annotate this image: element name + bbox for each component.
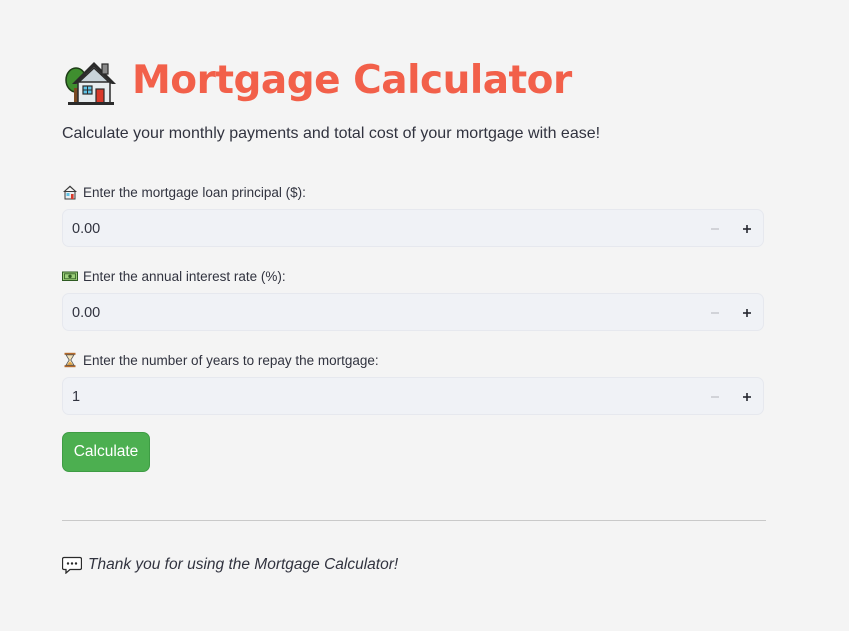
years-increment-button[interactable] (731, 378, 763, 416)
house-icon (63, 185, 77, 200)
divider (62, 520, 766, 521)
interest-rate-decrement-button[interactable] (699, 294, 731, 332)
speech-bubble-icon (62, 556, 82, 574)
hourglass-icon (64, 352, 76, 368)
page-subtitle: Calculate your monthly payments and tota… (62, 125, 601, 142)
plus-icon (743, 225, 751, 233)
plus-icon (743, 393, 751, 401)
money-icon (62, 271, 78, 281)
calculate-button[interactable]: Calculate (62, 432, 150, 472)
page-title: Mortgage Calculator (132, 58, 572, 103)
interest-rate-input[interactable]: 0.00 (62, 293, 764, 331)
house-with-garden-icon (65, 62, 116, 105)
years-input[interactable]: 1 (62, 377, 764, 415)
page-header: Mortgage Calculator (64, 54, 572, 108)
thank-you-message: Thank you for using the Mortgage Calcula… (62, 556, 398, 574)
minus-icon (711, 312, 719, 314)
minus-icon (711, 228, 719, 230)
plus-icon (743, 309, 751, 317)
principal-label-text: Enter the mortgage loan principal ($): (83, 184, 306, 200)
interest-rate-value[interactable]: 0.00 (72, 294, 100, 332)
thank-you-text: Thank you for using the Mortgage Calcula… (88, 556, 399, 573)
years-value[interactable]: 1 (72, 378, 80, 416)
principal-decrement-button[interactable] (699, 210, 731, 248)
minus-icon (711, 396, 719, 398)
interest-rate-label-text: Enter the annual interest rate (%): (83, 268, 286, 284)
principal-increment-button[interactable] (731, 210, 763, 248)
years-decrement-button[interactable] (699, 378, 731, 416)
interest-rate-increment-button[interactable] (731, 294, 763, 332)
interest-rate-label: Enter the annual interest rate (%): (62, 268, 286, 284)
principal-label: Enter the mortgage loan principal ($): (62, 184, 306, 200)
principal-value[interactable]: 0.00 (72, 210, 100, 248)
years-label: Enter the number of years to repay the m… (62, 352, 379, 368)
years-label-text: Enter the number of years to repay the m… (83, 352, 379, 368)
principal-input[interactable]: 0.00 (62, 209, 764, 247)
